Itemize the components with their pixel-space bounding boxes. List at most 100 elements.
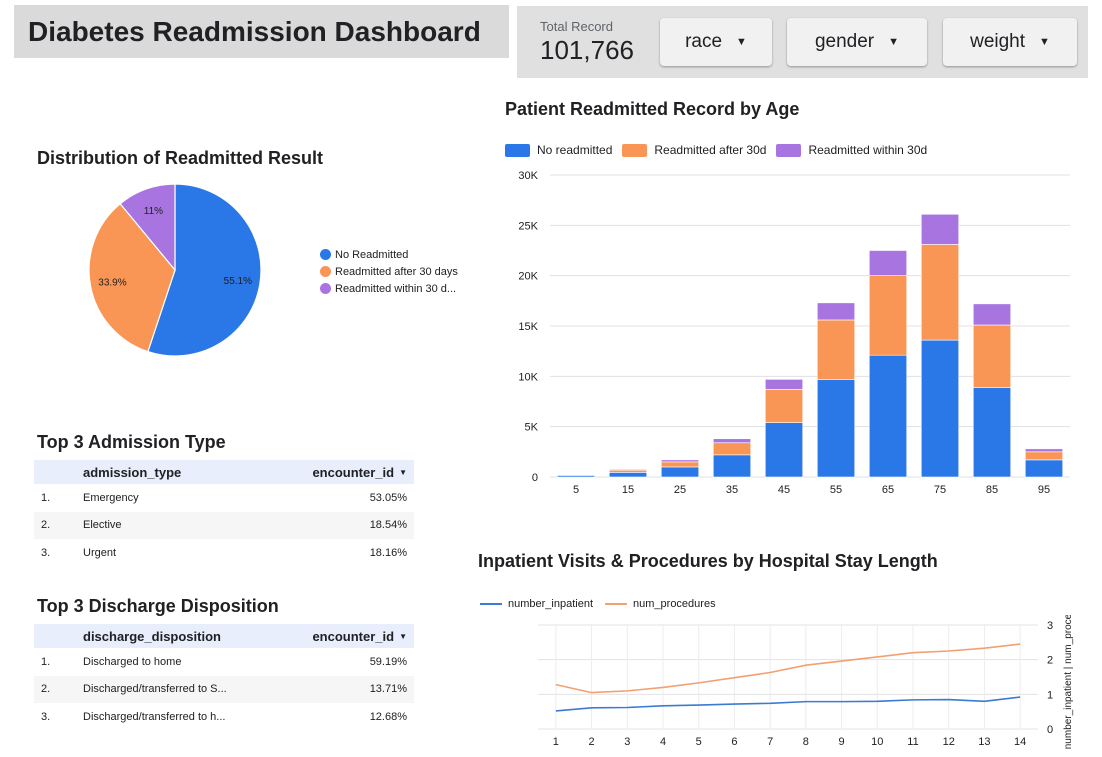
- encounter-share-cell: 53.05%: [369, 491, 407, 504]
- line-legend-label: number_inpatient: [508, 598, 594, 610]
- bar-segment: [712, 442, 752, 456]
- pie-legend-item[interactable]: Readmitted within 30 d...: [320, 280, 458, 297]
- x-tick-label: 95: [1038, 484, 1050, 496]
- y-tick-label: 0: [1047, 724, 1053, 736]
- y-tick-label: 20K: [518, 271, 538, 283]
- bar-segment: [712, 438, 752, 444]
- column-header-label: encounter_id: [312, 464, 395, 480]
- bar-legend-item[interactable]: Readmitted after 30d: [622, 143, 766, 157]
- discharge-disposition-cell: Discharged to home: [83, 655, 182, 668]
- column-header-admission-type[interactable]: admission_type: [83, 465, 303, 480]
- row-index: 3.: [41, 710, 51, 723]
- dashboard-title: Diabetes Readmission Dashboard: [28, 15, 481, 47]
- column-header-encounter-id[interactable]: encounter_id ▼: [303, 629, 407, 644]
- bar-legend-label: Readmitted within 30d: [808, 143, 928, 157]
- legend-swatch: [320, 266, 331, 277]
- caret-down-icon: ▼: [736, 36, 747, 48]
- bar-segment: [1024, 451, 1064, 461]
- row-index: 1.: [41, 491, 51, 504]
- x-tick-label: 2: [589, 736, 595, 748]
- legend-line-swatch: [480, 603, 502, 605]
- table-row[interactable]: 1. Discharged to home 59.19%: [34, 648, 414, 676]
- bar-legend-label: Readmitted after 30d: [654, 143, 767, 157]
- bar-segment: [816, 319, 856, 380]
- line-legend-item[interactable]: num_procedures: [605, 598, 716, 610]
- pie-legend-item[interactable]: Readmitted after 30 days: [320, 263, 458, 280]
- bar-segment: [816, 302, 856, 321]
- bar-segment: [920, 213, 960, 245]
- gender-filter-dropdown[interactable]: gender ▼: [787, 18, 927, 66]
- discharge-disposition-table: discharge_disposition encounter_id ▼ 1. D…: [34, 624, 414, 731]
- row-index: 2.: [41, 683, 51, 696]
- x-tick-label: 1: [553, 736, 559, 748]
- discharge-disposition-cell: Discharged/transferred to h...: [83, 710, 226, 723]
- x-tick-label: 12: [943, 736, 955, 748]
- pie-legend-label: No Readmitted: [335, 248, 409, 261]
- line-series: [555, 643, 1021, 694]
- x-tick-label: 9: [839, 736, 845, 748]
- y-tick-label: 15K: [518, 321, 538, 333]
- bar-segment: [972, 324, 1012, 388]
- caret-down-icon: ▼: [1039, 36, 1050, 48]
- bar-segment: [868, 354, 908, 478]
- line-legend: number_inpatient num_procedures: [480, 598, 728, 610]
- sort-desc-icon[interactable]: ▼: [399, 632, 407, 641]
- legend-line-swatch: [605, 603, 628, 605]
- race-filter-dropdown[interactable]: race ▼: [660, 18, 772, 66]
- x-tick-label: 3: [624, 736, 630, 748]
- weight-filter-label: weight: [970, 31, 1026, 52]
- discharge-disposition-cell: Discharged/transferred to S...: [83, 683, 227, 696]
- pie-legend-item[interactable]: No Readmitted: [320, 246, 458, 263]
- total-record-label: Total Record: [540, 19, 613, 34]
- line-legend-item[interactable]: number_inpatient: [480, 598, 593, 610]
- weight-filter-dropdown[interactable]: weight ▼: [943, 18, 1077, 66]
- bar-legend: No readmitted Readmitted after 30d Readm…: [505, 143, 937, 157]
- table-header: admission_type encounter_id ▼: [34, 460, 414, 484]
- gender-filter-label: gender: [814, 31, 875, 52]
- bar-legend-item[interactable]: No readmitted: [505, 143, 612, 157]
- bar-segment: [712, 454, 752, 478]
- pie-chart: 55.1% 33.9% 11%: [88, 183, 262, 357]
- x-tick-label: 14: [1014, 736, 1026, 748]
- bar-legend-item[interactable]: Readmitted within 30d: [776, 143, 927, 157]
- legend-swatch: [622, 143, 648, 157]
- table-row[interactable]: 2. Discharged/transferred to S... 13.71%: [34, 675, 414, 703]
- pie-slice-label: 11%: [144, 206, 163, 217]
- pie-legend-label: Readmitted within 30 d...: [335, 282, 457, 295]
- admission-type-cell: Urgent: [83, 546, 117, 559]
- x-tick-label: 35: [726, 484, 738, 496]
- table-row[interactable]: 1. Emergency 53.05%: [34, 484, 414, 512]
- column-header-encounter-id[interactable]: encounter_id ▼: [303, 465, 407, 480]
- legend-swatch: [320, 283, 331, 294]
- pie-legend-label: Readmitted after 30 days: [335, 265, 458, 278]
- pie-chart-title: Distribution of Readmitted Result: [37, 148, 324, 168]
- admission-table-title: Top 3 Admission Type: [37, 432, 226, 452]
- admission-type-cell: Elective: [83, 519, 122, 532]
- dashboard-title-bar: Diabetes Readmission Dashboard: [14, 5, 509, 58]
- x-tick-label: 15: [622, 484, 634, 496]
- bar-segment: [660, 461, 700, 468]
- sort-desc-icon[interactable]: ▼: [399, 468, 407, 477]
- bar-segment: [972, 387, 1012, 478]
- encounter-share-cell: 59.19%: [369, 655, 407, 668]
- bar-segment: [972, 303, 1012, 326]
- line-chart-title: Inpatient Visits & Procedures by Hospita…: [478, 551, 938, 571]
- line-series: [555, 696, 1021, 712]
- y-tick-label: 25K: [518, 220, 538, 232]
- stacked-bar-chart: 0 5K 10K 15K 20K 25K 30K 5 15 25 35 45 55 65 75 85 95: [518, 170, 1070, 496]
- x-tick-label: 65: [882, 484, 894, 496]
- column-header-discharge-disposition[interactable]: discharge_disposition: [83, 629, 303, 644]
- x-tick-label: 25: [674, 484, 686, 496]
- bar-segment: [764, 379, 804, 390]
- table-row[interactable]: 2. Elective 18.54%: [34, 511, 414, 539]
- y-tick-label: 3: [1047, 620, 1053, 632]
- y-tick-label: 1: [1047, 689, 1053, 701]
- table-header: discharge_disposition encounter_id ▼: [34, 624, 414, 648]
- bar-legend-label: No readmitted: [537, 143, 613, 157]
- caret-down-icon: ▼: [888, 36, 900, 48]
- table-row[interactable]: 3. Urgent 18.16%: [34, 539, 414, 567]
- bar-segment: [868, 250, 908, 276]
- table-row[interactable]: 3. Discharged/transferred to h... 12.68%: [34, 703, 414, 731]
- admission-type-cell: Emergency: [83, 491, 139, 504]
- legend-swatch: [505, 143, 530, 157]
